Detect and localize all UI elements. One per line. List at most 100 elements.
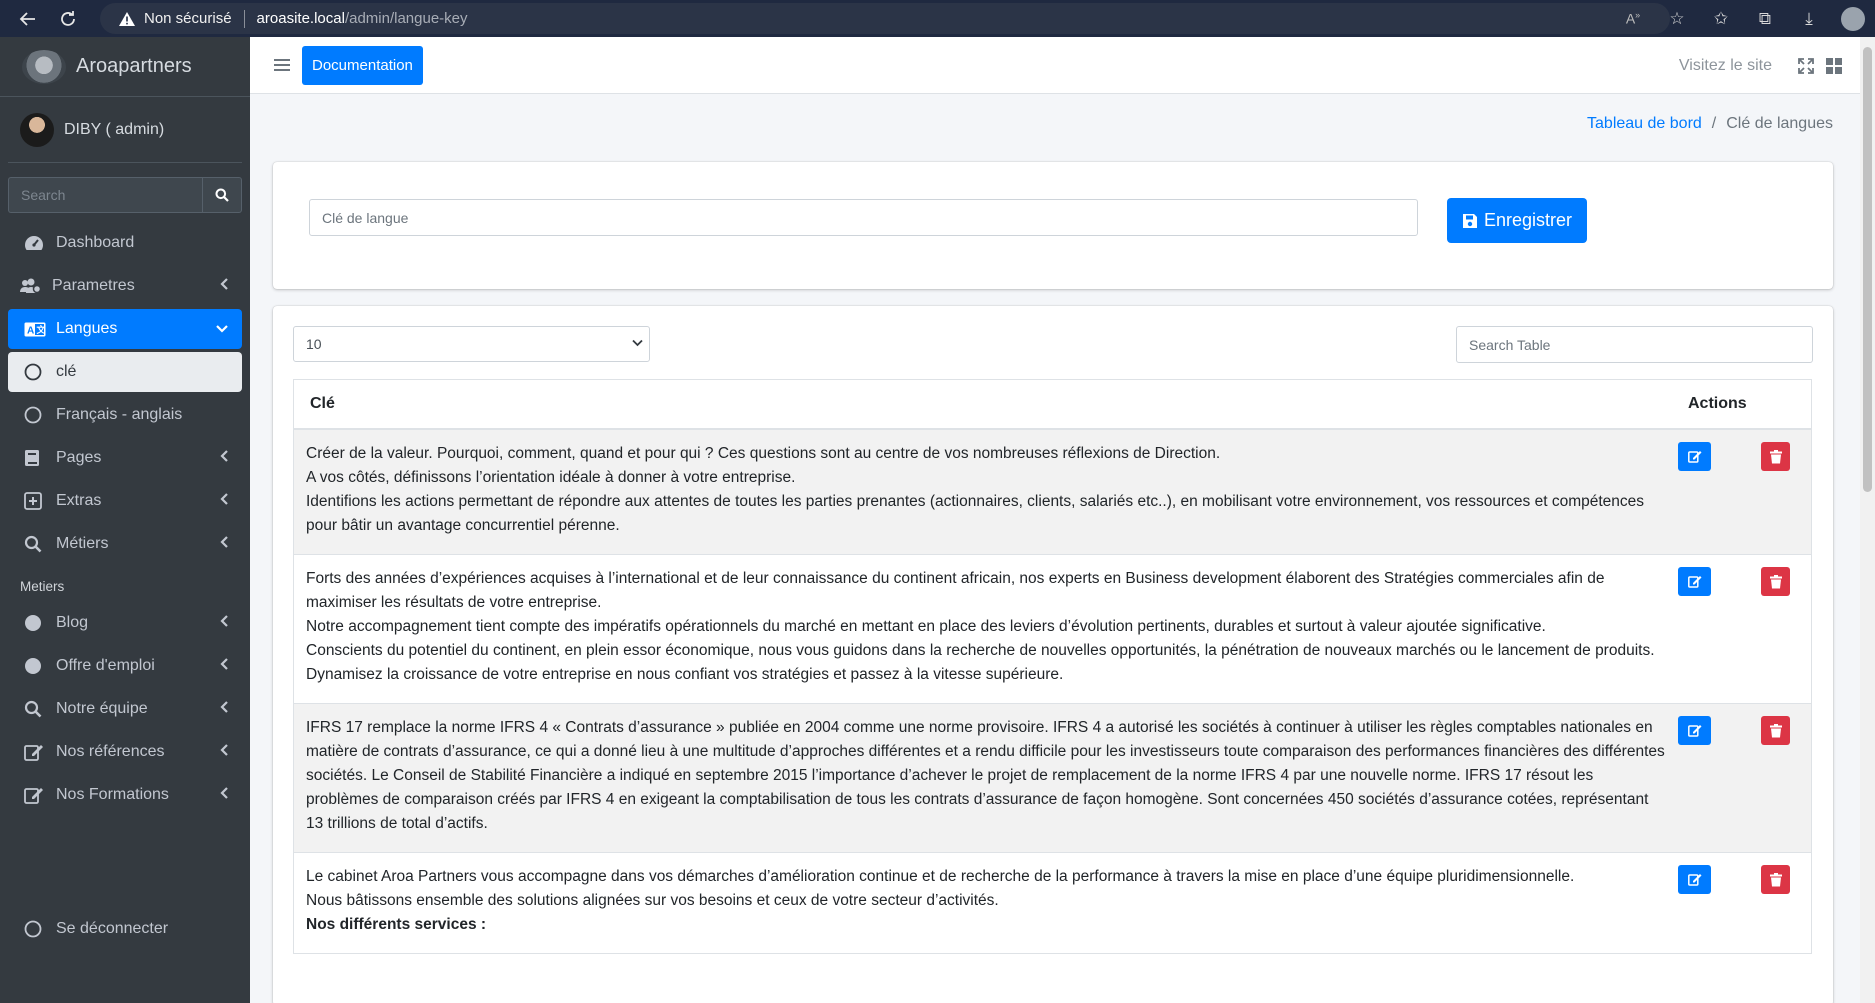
table-row: IFRS 17 remplace la norme IFRS 4 « Contr…: [294, 704, 1811, 853]
table-search-input[interactable]: [1456, 326, 1813, 363]
edit-icon: [1687, 874, 1701, 886]
page-length-select[interactable]: 10: [293, 326, 650, 362]
menu-toggle-icon[interactable]: [262, 37, 302, 94]
brand[interactable]: Aroapartners: [0, 37, 250, 97]
keys-table: Clé Actions Créer de la valeur. Pourquoi…: [293, 379, 1812, 954]
users-cog-icon: [20, 278, 46, 294]
sidebar-item-label: Extras: [56, 492, 102, 509]
key-cell: Forts des années d’expériences acquises …: [294, 555, 1674, 703]
sidebar-item-dashboard[interactable]: Dashboard: [8, 223, 242, 263]
table-row: Forts des années d’expériences acquises …: [294, 555, 1811, 704]
chevron-down-icon: [632, 339, 643, 347]
save-icon: [1462, 213, 1478, 229]
downloads-icon[interactable]: ⤓: [1787, 0, 1831, 37]
sidebar-item-offre-emploi[interactable]: Offre d'emploi: [8, 646, 242, 686]
sidebar-item-label: Parametres: [52, 277, 135, 294]
delete-button[interactable]: [1761, 442, 1790, 471]
brand-name: Aroapartners: [76, 55, 192, 77]
sidebar-item-nos-references[interactable]: Nos références: [8, 732, 242, 772]
sidebar-item-label: Blog: [56, 614, 89, 631]
sidebar-item-label: Nos références: [56, 743, 165, 760]
chevron-left-icon: [220, 615, 228, 627]
keys-table-card: 10 Clé Actions Créer de la valeur. Pourq…: [273, 306, 1833, 1003]
cell-text: Créer de la valeur. Pourquoi, comment, q…: [306, 445, 1221, 462]
breadcrumb: Tableau de bord / Clé de langues: [1587, 115, 1833, 133]
search-button[interactable]: [202, 177, 242, 213]
edit-icon: [1687, 725, 1701, 737]
column-header-actions: Actions: [1688, 395, 1747, 412]
logout-label: Se déconnecter: [56, 920, 169, 937]
edit-icon: [24, 786, 50, 804]
sidebar-item-parametres[interactable]: Parametres: [8, 266, 242, 306]
reload-icon[interactable]: [48, 0, 88, 37]
cell-text: Le cabinet Aroa Partners vous accompagne…: [306, 868, 1575, 885]
user-name: DIBY ( admin): [64, 120, 165, 138]
grid-icon[interactable]: [1826, 57, 1842, 74]
circle-icon: [24, 920, 50, 938]
sidebar-item-pages[interactable]: Pages: [8, 438, 242, 478]
sidebar-search-input[interactable]: [8, 177, 202, 213]
address-bar[interactable]: Non sécurisé aroasite.local/admin/langue…: [100, 3, 1670, 34]
chevron-left-icon: [220, 493, 228, 505]
trash-icon: [1769, 872, 1782, 886]
edit-icon: [1687, 576, 1701, 588]
brand-logo: [22, 49, 66, 84]
sidebar: Aroapartners DIBY ( admin) Dashboard Par…: [0, 37, 250, 1003]
sidebar-item-extras[interactable]: Extras: [8, 481, 242, 521]
sidebar-item-langues[interactable]: A文 Langues: [8, 309, 242, 349]
logout-link[interactable]: Se déconnecter: [8, 909, 242, 949]
read-aloud-icon[interactable]: A»: [1611, 0, 1655, 37]
user-panel[interactable]: DIBY ( admin): [8, 97, 242, 163]
favorite-add-icon[interactable]: ☆: [1655, 0, 1699, 37]
breadcrumb-separator: /: [1711, 115, 1717, 132]
save-button[interactable]: Enregistrer: [1447, 198, 1587, 243]
favorites-icon[interactable]: ✩: [1699, 0, 1743, 37]
fullscreen-icon[interactable]: [1798, 57, 1814, 74]
key-cell: IFRS 17 remplace la norme IFRS 4 « Contr…: [294, 704, 1674, 852]
sidebar-item-francais-anglais[interactable]: Français - anglais: [8, 395, 242, 435]
sidebar-item-cle[interactable]: clé: [8, 352, 242, 392]
page-scrollbar[interactable]: [1860, 37, 1875, 1003]
save-label: Enregistrer: [1483, 210, 1573, 230]
edit-button[interactable]: [1678, 716, 1711, 745]
chevron-left-icon: [220, 536, 228, 548]
back-icon[interactable]: [8, 0, 48, 37]
sidebar-item-label: Notre équipe: [56, 700, 148, 717]
chevron-left-icon: [220, 701, 228, 713]
edit-icon: [24, 743, 50, 761]
sidebar-item-metiers[interactable]: Métiers: [8, 524, 242, 564]
sidebar-item-blog[interactable]: Blog: [8, 603, 242, 643]
cell-text: A vos côtés, définissons l’orientation i…: [306, 469, 796, 486]
documentation-button[interactable]: Documentation: [302, 45, 423, 85]
divider: [243, 9, 245, 28]
sidebar-item-label: clé: [56, 363, 77, 380]
svg-text:文: 文: [36, 324, 47, 335]
warning-icon: [119, 11, 135, 26]
cell-text: IFRS 17 remplace la norme IFRS 4 « Contr…: [306, 719, 1665, 832]
cell-text: Nous bâtissons ensemble des solutions al…: [306, 892, 999, 909]
profile-icon[interactable]: [1831, 0, 1875, 37]
actions-cell: [1674, 853, 1811, 953]
edit-button[interactable]: [1678, 567, 1711, 596]
scrollbar-thumb[interactable]: [1863, 47, 1872, 492]
language-key-input[interactable]: [309, 199, 1418, 236]
delete-button[interactable]: [1761, 567, 1790, 596]
delete-button[interactable]: [1761, 716, 1790, 745]
key-cell: Le cabinet Aroa Partners vous accompagne…: [294, 853, 1674, 953]
visit-site-link[interactable]: Visitez le site: [1679, 57, 1772, 75]
sidebar-item-nos-formations[interactable]: Nos Formations: [8, 775, 242, 815]
edit-button[interactable]: [1678, 442, 1711, 471]
sidebar-item-label: Langues: [56, 320, 118, 337]
breadcrumb-home[interactable]: Tableau de bord: [1587, 115, 1702, 133]
tachometer-icon: [24, 235, 50, 251]
edit-button[interactable]: [1678, 865, 1711, 894]
book-icon: [24, 449, 50, 467]
svg-text:A: A: [27, 325, 34, 336]
table-header: Clé Actions: [294, 380, 1811, 430]
delete-button[interactable]: [1761, 865, 1790, 894]
sidebar-item-notre-equipe[interactable]: Notre équipe: [8, 689, 242, 729]
collections-icon[interactable]: ⧉: [1743, 0, 1787, 37]
page-length-value: 10: [306, 336, 322, 352]
actions-cell: [1674, 704, 1811, 852]
circle-filled-icon: [24, 614, 50, 632]
